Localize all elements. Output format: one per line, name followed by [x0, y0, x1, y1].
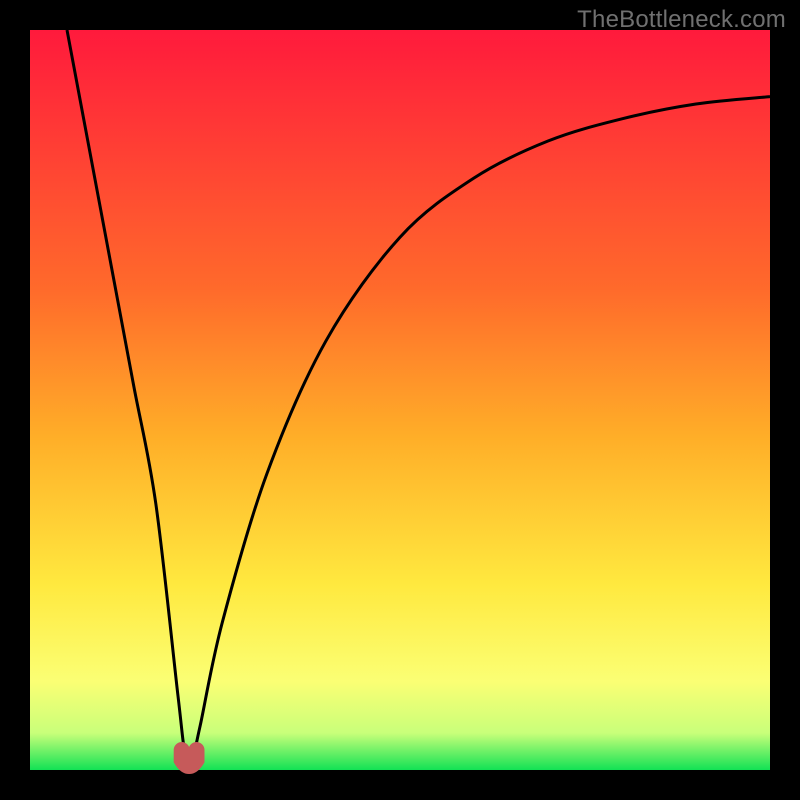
plot-area	[30, 30, 770, 770]
chart-container: TheBottleneck.com	[0, 0, 800, 800]
optimal-marker	[182, 750, 197, 766]
bottleneck-chart	[0, 0, 800, 800]
